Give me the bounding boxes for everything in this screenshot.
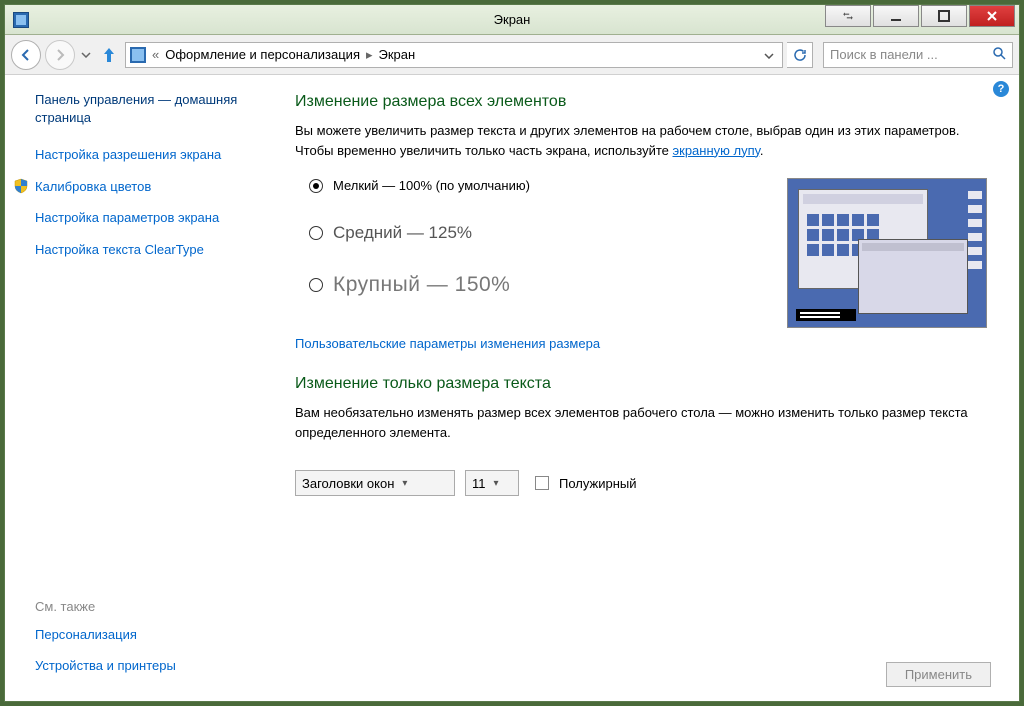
preview-image (787, 178, 987, 328)
radio-large[interactable]: Крупный — 150% (309, 273, 767, 297)
radio-icon (309, 226, 323, 240)
back-icon (19, 48, 33, 62)
history-dropdown[interactable] (79, 40, 93, 70)
shield-icon (13, 178, 29, 194)
breadcrumb-parent[interactable]: Оформление и персонализация (165, 47, 360, 62)
chevron-down-icon: ▾ (494, 478, 499, 489)
breadcrumb-chevron: « (152, 47, 159, 62)
description-text-size: Вам необязательно изменять размер всех э… (295, 403, 991, 442)
refresh-icon (793, 48, 807, 62)
refresh-button[interactable] (787, 42, 813, 68)
bold-checkbox[interactable] (535, 476, 549, 490)
sidebar-link-display-settings[interactable]: Настройка параметров экрана (35, 209, 263, 227)
window: Экран (4, 4, 1020, 702)
apply-row: Применить (295, 632, 991, 687)
scale-options-row: Мелкий — 100% (по умолчанию) Средний — 1… (295, 178, 991, 328)
description-resize-all: Вы можете увеличить размер текста и друг… (295, 121, 991, 160)
forward-button[interactable] (45, 40, 75, 70)
chevron-down-icon (764, 53, 774, 59)
magnifier-link[interactable]: экранную лупу (673, 143, 760, 158)
sidebar-link-color-calibration[interactable]: Калибровка цветов (35, 178, 263, 196)
heading-text-size: Изменение только размера текста (295, 375, 991, 393)
app-icon (13, 12, 29, 28)
radio-medium[interactable]: Средний — 125% (309, 223, 767, 243)
titlebar-buttons (825, 5, 1019, 34)
search-placeholder: Поиск в панели ... (830, 47, 938, 62)
see-also-devices[interactable]: Устройства и принтеры (35, 657, 263, 675)
search-icon (992, 46, 1006, 63)
heading-resize-all: Изменение размера всех элементов (295, 93, 991, 111)
radio-icon (309, 179, 323, 193)
back-button[interactable] (11, 40, 41, 70)
radio-label: Крупный — 150% (333, 273, 510, 297)
breadcrumb-chevron: ▸ (366, 47, 373, 63)
radio-label: Мелкий — 100% (по умолчанию) (333, 178, 530, 193)
maximize-icon (938, 10, 950, 22)
breadcrumb[interactable]: « Оформление и персонализация ▸ Экран (125, 42, 783, 68)
breadcrumb-current[interactable]: Экран (379, 47, 416, 62)
font-size-select[interactable]: 11 ▾ (465, 470, 519, 496)
text-size-controls: Заголовки окон ▾ 11 ▾ Полужирный (295, 470, 991, 496)
sidebar-link-resolution[interactable]: Настройка разрешения экрана (35, 146, 263, 164)
breadcrumb-dropdown[interactable] (760, 47, 778, 62)
bold-label: Полужирный (559, 476, 637, 491)
close-icon (986, 10, 998, 22)
radio-label: Средний — 125% (333, 223, 472, 243)
body: ? Панель управления — домашняя страница … (5, 75, 1019, 701)
search-input[interactable]: Поиск в панели ... (823, 42, 1013, 68)
maximize-button[interactable] (921, 5, 967, 27)
scale-options: Мелкий — 100% (по умолчанию) Средний — 1… (295, 178, 767, 327)
up-icon (100, 46, 118, 64)
see-also-personalization[interactable]: Персонализация (35, 626, 263, 644)
minimize-button[interactable] (873, 5, 919, 27)
minimize-icon (890, 10, 902, 22)
sidebar-home-link[interactable]: Панель управления — домашняя страница (35, 91, 263, 126)
content: Изменение размера всех элементов Вы може… (275, 75, 1019, 701)
up-button[interactable] (97, 43, 121, 67)
titlebar: Экран (5, 5, 1019, 35)
element-select[interactable]: Заголовки окон ▾ (295, 470, 455, 496)
help-icon[interactable]: ? (993, 81, 1009, 97)
chevron-down-icon: ▾ (402, 478, 407, 489)
forward-icon (53, 48, 67, 62)
breadcrumb-icon (130, 47, 146, 63)
sidebar-link-cleartype[interactable]: Настройка текста ClearType (35, 241, 263, 259)
sidebar: Панель управления — домашняя страница На… (5, 75, 275, 701)
apply-button[interactable]: Применить (886, 662, 991, 687)
see-also-label: См. также (35, 599, 263, 614)
swap-icon (842, 10, 854, 22)
navbar: « Оформление и персонализация ▸ Экран По… (5, 35, 1019, 75)
radio-icon (309, 278, 323, 292)
custom-scaling-link[interactable]: Пользовательские параметры изменения раз… (295, 336, 991, 351)
close-button[interactable] (969, 5, 1015, 27)
swap-button[interactable] (825, 5, 871, 27)
radio-small[interactable]: Мелкий — 100% (по умолчанию) (309, 178, 767, 193)
chevron-down-icon (81, 52, 91, 58)
window-title: Экран (494, 12, 531, 27)
